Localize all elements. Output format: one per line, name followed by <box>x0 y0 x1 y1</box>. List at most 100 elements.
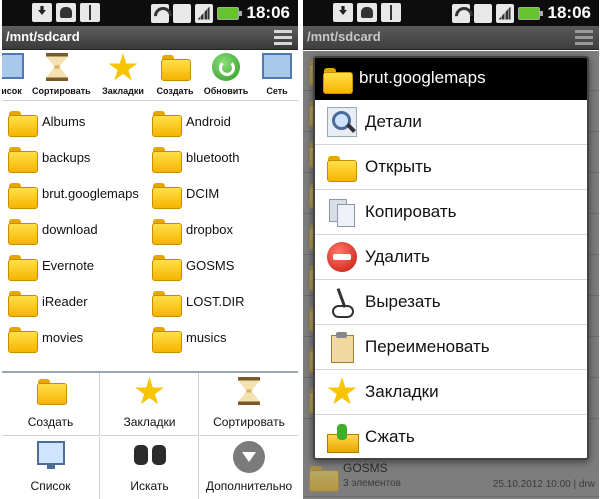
folder-name: iReader <box>42 294 88 309</box>
folder-item[interactable]: Android <box>146 105 286 141</box>
context-item-label: Копировать <box>365 202 457 221</box>
context-menu: brut.googlemaps Детали Открыть Копироват… <box>313 56 589 460</box>
folder-icon <box>152 145 182 173</box>
folder-row: movies musics <box>2 321 298 357</box>
context-item-label: Удалить <box>365 247 430 266</box>
wifi-icon <box>451 3 470 23</box>
menu-label: Дополнительно <box>205 479 293 493</box>
toolbar-label: Закладки <box>102 86 144 96</box>
folder-add-icon <box>161 53 191 81</box>
folder-name: musics <box>186 330 227 345</box>
folder-item[interactable]: Albums <box>2 105 142 141</box>
context-item-rename[interactable]: Переименовать <box>315 325 587 370</box>
folder-item[interactable]: backups <box>2 141 142 177</box>
sim-icon <box>473 3 492 23</box>
context-item-copy[interactable]: Копировать <box>315 190 587 235</box>
menu-sort-button[interactable]: Сортировать <box>200 373 298 436</box>
folder-item[interactable]: DCIM <box>146 177 286 213</box>
folder-row: backups bluetooth <box>2 141 298 177</box>
folder-name: Android <box>186 114 231 129</box>
notification-icons <box>333 3 401 22</box>
menu-search-button[interactable]: Искать <box>101 437 199 499</box>
clipboard-icon <box>327 332 357 363</box>
folder-name: GOSMS <box>186 258 235 273</box>
toolbar-label: сисок <box>2 86 22 96</box>
folder-item[interactable]: bluetooth <box>146 141 286 177</box>
folder-item[interactable]: download <box>2 213 142 249</box>
star-icon <box>135 377 164 405</box>
toolbar-refresh-button[interactable]: Обновить <box>201 51 251 101</box>
toolbar-create-button[interactable]: Создать <box>150 51 200 101</box>
folder-row: brut.googlemaps DCIM <box>2 177 298 213</box>
item-meta: 25.10.2012 10:00 | drw <box>492 479 595 490</box>
toolbar-sort-button[interactable]: Сортировать <box>32 51 91 101</box>
clock: 18:06 <box>547 3 591 22</box>
system-icons: 18:06 <box>451 3 591 23</box>
folder-item[interactable]: musics <box>146 321 286 357</box>
toolbar-list-button[interactable]: сисок <box>2 51 34 101</box>
toolbar-label: Обновить <box>203 86 249 96</box>
folder-icon <box>152 253 182 281</box>
folder-row: Albums Android <box>2 105 298 141</box>
menu-label: Закладки <box>123 415 176 429</box>
signal-icon <box>495 3 514 23</box>
context-item-bookmarks[interactable]: Закладки <box>315 370 587 415</box>
folder-item[interactable]: Evernote <box>2 249 142 285</box>
context-item-label: Закладки <box>365 382 439 401</box>
copy-icon <box>327 197 357 227</box>
folder-icon <box>152 325 182 353</box>
folder-icon <box>8 325 38 353</box>
context-item-delete[interactable]: Удалить <box>315 235 587 280</box>
folder-icon <box>8 289 38 317</box>
wifi-icon <box>150 3 169 23</box>
android-icon <box>56 3 76 22</box>
folder-icon <box>8 253 38 281</box>
current-path: /mnt/sdcard <box>6 29 80 44</box>
clock: 18:06 <box>246 3 290 22</box>
context-menu-title: brut.googlemaps <box>359 68 486 87</box>
context-menu-header: brut.googlemaps <box>315 58 587 100</box>
context-item-cut[interactable]: Вырезать <box>315 280 587 325</box>
folder-row: Evernote GOSMS <box>2 249 298 285</box>
folder-icon <box>8 145 38 173</box>
item-name: GOSMS <box>343 461 388 475</box>
menu-bookmarks-button[interactable]: Закладки <box>101 373 199 436</box>
folder-item[interactable]: brut.googlemaps <box>2 177 142 213</box>
network-icon <box>262 53 292 79</box>
folder-item[interactable]: dropbox <box>146 213 286 249</box>
toolbar-label: Создать <box>156 86 194 96</box>
context-item-label: Детали <box>365 112 422 131</box>
menu-more-button[interactable]: Дополнительно <box>200 437 298 499</box>
folder-icon <box>152 217 182 245</box>
left-screen: 18:06 /mnt/sdcard сисок Сортировать Закл… <box>2 0 298 499</box>
folder-name: dropbox <box>186 222 233 237</box>
magnifier-icon <box>327 107 357 137</box>
menu-create-button[interactable]: Создать <box>2 373 100 436</box>
folder-item[interactable]: LOST.DIR <box>146 285 286 321</box>
menu-icon[interactable] <box>274 30 292 45</box>
context-item-label: Вырезать <box>365 292 441 311</box>
list-item-gosms: GOSMS 3 элементов 25.10.2012 10:00 | drw <box>303 457 599 497</box>
screenshot-root: 18:06 /mnt/sdcard сисок Сортировать Закл… <box>0 0 600 499</box>
folder-name: movies <box>42 330 84 345</box>
right-screen: 18:06 /mnt/sdcard GOSMS 3 элементов 25.1… <box>303 0 599 499</box>
folder-name: Albums <box>42 114 86 129</box>
scissors-icon <box>327 287 357 318</box>
menu-list-button[interactable]: Список <box>2 437 100 499</box>
context-item-compress[interactable]: Сжать <box>315 415 587 458</box>
context-item-details[interactable]: Детали <box>315 100 587 145</box>
folder-item[interactable]: GOSMS <box>146 249 286 285</box>
context-item-open[interactable]: Открыть <box>315 145 587 190</box>
binoculars-icon <box>133 441 167 467</box>
folder-icon <box>8 109 38 137</box>
folder-name: brut.googlemaps <box>42 186 139 201</box>
folder-icon <box>152 109 182 137</box>
menu-label: Сортировать <box>213 415 285 429</box>
folder-item[interactable]: iReader <box>2 285 142 321</box>
folder-icon <box>152 289 182 317</box>
folder-item[interactable]: movies <box>2 321 142 357</box>
toolbar-bookmarks-button[interactable]: Закладки <box>98 51 148 101</box>
download-icon <box>32 3 52 22</box>
folder-icon <box>323 66 353 94</box>
toolbar-network-button[interactable]: Сеть <box>252 51 298 101</box>
